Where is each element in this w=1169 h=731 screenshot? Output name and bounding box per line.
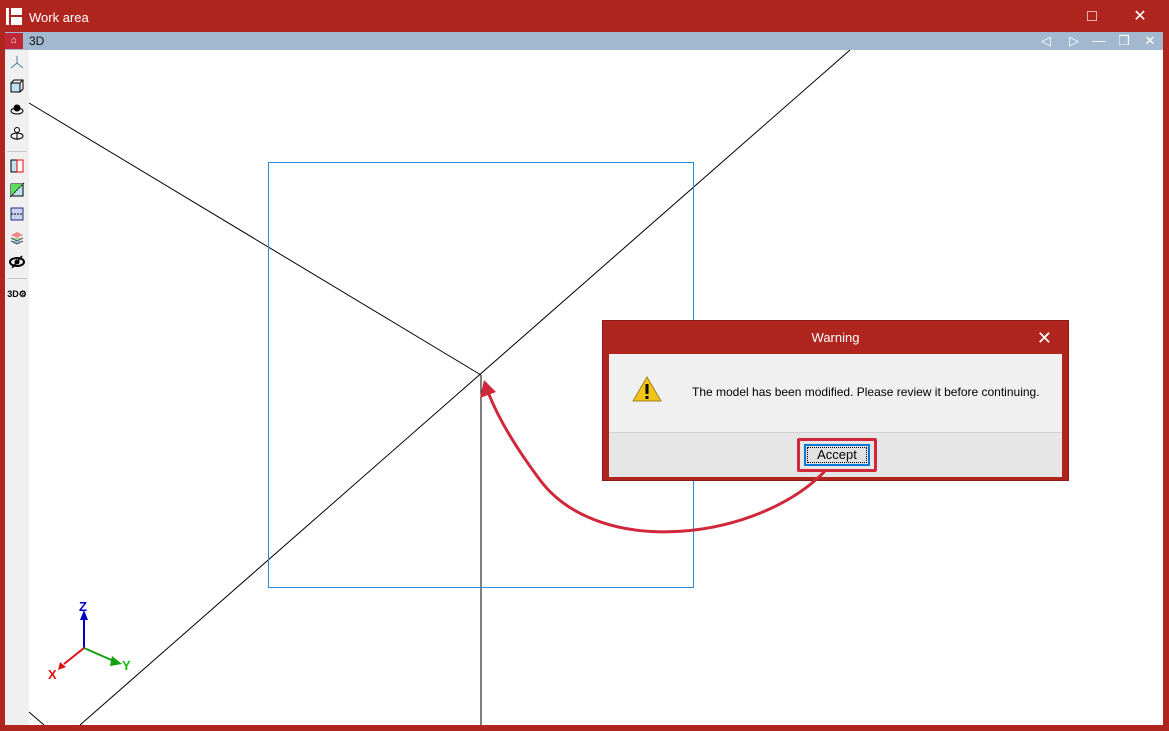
3d-settings-icon[interactable]: 3D⚙ xyxy=(7,285,27,303)
window-title: Work area xyxy=(29,10,89,25)
maximize-button[interactable]: □ xyxy=(1078,6,1106,28)
diagonal-section-icon[interactable] xyxy=(8,181,26,199)
orbit-icon[interactable] xyxy=(8,101,26,119)
cube-view-icon[interactable] xyxy=(8,77,26,95)
dialog-footer: Accept xyxy=(609,432,1062,477)
dialog-title: Warning xyxy=(811,330,860,345)
view-3d-icon: ⌂ xyxy=(5,33,23,49)
accept-button[interactable]: Accept xyxy=(804,444,870,466)
axes-view-icon[interactable] xyxy=(8,53,26,71)
dialog-message: The model has been modified. Please revi… xyxy=(692,385,1040,399)
dialog-close-button[interactable]: ✕ xyxy=(1037,321,1052,355)
hide-eye-icon[interactable] xyxy=(8,253,26,271)
view-close-button[interactable]: ✕ xyxy=(1139,32,1161,50)
view-header: ⌂ 3D ◁ ▷ — ❐ ✕ xyxy=(5,32,1163,50)
close-button[interactable]: ✕ xyxy=(1126,6,1154,28)
toolbar-separator xyxy=(7,278,27,279)
warning-dialog: Warning ✕ The model has been modified. P… xyxy=(602,320,1069,481)
dialog-body: The model has been modified. Please revi… xyxy=(609,354,1062,432)
toolbar-separator xyxy=(7,151,27,152)
left-toolbar: 3D⚙ xyxy=(5,50,29,725)
accept-highlight: Accept xyxy=(797,438,877,472)
window-title-bar: Work area □ ✕ xyxy=(0,0,1169,32)
app-logo-icon xyxy=(6,8,22,25)
view-restore-button[interactable]: ❐ xyxy=(1113,32,1135,50)
view-title: 3D xyxy=(29,34,45,48)
horizontal-section-icon[interactable] xyxy=(8,205,26,223)
warning-icon xyxy=(632,376,662,402)
section-plane-icon[interactable] xyxy=(8,157,26,175)
view-minimize-button[interactable]: — xyxy=(1088,32,1110,50)
layers-icon[interactable] xyxy=(8,229,26,247)
previous-view-button[interactable]: ◁ xyxy=(1035,32,1057,50)
next-view-button[interactable]: ▷ xyxy=(1063,32,1085,50)
rotate-icon[interactable] xyxy=(8,125,26,143)
